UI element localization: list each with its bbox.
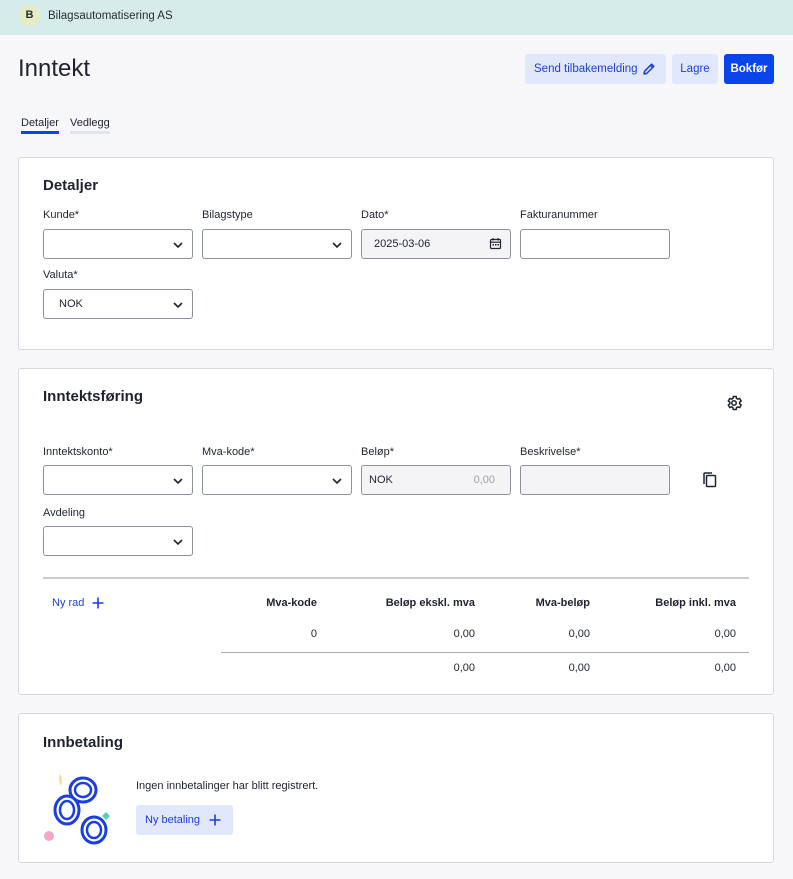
customer-select[interactable]	[43, 229, 193, 259]
no-payments-message: Ingen innbetalinger har blitt registrert…	[136, 780, 319, 792]
payment-card: Innbetaling Ingen innbetalinger har blit…	[18, 713, 774, 863]
top-bar: B Bilagsautomatisering AS	[0, 0, 793, 35]
plus-icon[interactable]	[91, 596, 105, 610]
row-amount-excl-vat: 0,00	[453, 628, 475, 640]
vat-code-select[interactable]	[202, 465, 352, 495]
invoice-number-label: Fakturanummer	[520, 209, 598, 221]
summary-divider	[43, 577, 749, 579]
chevron-down-icon	[173, 539, 183, 546]
coins-illustration-icon	[44, 774, 110, 845]
date-value: 2025-03-06	[374, 238, 431, 250]
row-amount-incl-vat: 0,00	[714, 628, 736, 640]
income-title: Inntektsføring	[43, 388, 143, 405]
voucher-type-label: Bilagstype	[202, 209, 253, 221]
chevron-down-icon	[332, 242, 342, 249]
company-name[interactable]: Bilagsautomatisering AS	[48, 10, 173, 22]
income-card: Inntektsføring Inntektskonto* Mva-kode* …	[18, 368, 774, 695]
tab-attachments[interactable]: Vedlegg	[70, 117, 110, 129]
send-feedback-label: Send tilbakemelding	[534, 63, 638, 75]
description-label: Beskrivelse*	[520, 446, 581, 458]
company-avatar[interactable]: B	[19, 5, 40, 26]
income-account-label: Inntektskonto*	[43, 446, 113, 458]
currency-value: NOK	[59, 298, 83, 310]
date-label: Dato*	[361, 209, 389, 221]
page-title: Inntekt	[18, 55, 91, 82]
description-input[interactable]	[520, 465, 670, 495]
amount-label: Beløp*	[361, 446, 395, 458]
new-payment-button[interactable]: Ny betaling	[136, 805, 233, 835]
chevron-down-icon	[173, 242, 183, 249]
amount-currency: NOK	[369, 474, 393, 486]
total-amount-excl-vat: 0,00	[453, 662, 475, 674]
department-label: Avdeling	[43, 507, 85, 519]
vat-code-label: Mva-kode*	[202, 446, 255, 458]
date-field[interactable]: 2025-03-06	[361, 229, 511, 259]
voucher-type-select[interactable]	[202, 229, 352, 259]
post-button[interactable]: Bokfør	[724, 54, 774, 84]
amount-input[interactable]: NOK 0,00	[361, 465, 511, 495]
chevron-down-icon	[173, 302, 183, 309]
invoice-number-input[interactable]	[520, 229, 670, 259]
totals-divider	[221, 652, 749, 653]
save-button[interactable]: Lagre	[672, 54, 718, 84]
header-vat-amount: Mva-beløp	[535, 597, 590, 609]
header-amount-incl-vat: Beløp inkl. mva	[655, 597, 736, 609]
details-card: Detaljer Kunde* Bilagstype Dato* 2025-03…	[18, 157, 774, 350]
calendar-icon[interactable]	[489, 237, 502, 250]
new-payment-label: Ny betaling	[145, 814, 201, 826]
row-vat-code: 0	[310, 628, 317, 640]
currency-label: Valuta*	[43, 269, 78, 281]
tab-details[interactable]: Detaljer	[21, 117, 59, 129]
department-select[interactable]	[43, 526, 193, 556]
copy-icon[interactable]	[702, 471, 718, 489]
currency-select[interactable]: NOK	[43, 289, 193, 319]
chevron-down-icon	[332, 478, 342, 485]
new-row-button[interactable]: Ny rad	[52, 597, 84, 609]
total-vat-amount: 0,00	[568, 662, 590, 674]
row-vat-amount: 0,00	[568, 628, 590, 640]
income-account-select[interactable]	[43, 465, 193, 495]
header-amount-excl-vat: Beløp ekskl. mva	[385, 597, 475, 609]
gear-icon[interactable]	[725, 394, 743, 412]
total-amount-incl-vat: 0,00	[714, 662, 736, 674]
plus-icon	[209, 814, 221, 826]
pencil-icon	[643, 63, 655, 75]
chevron-down-icon	[173, 478, 183, 485]
details-title: Detaljer	[43, 177, 99, 194]
amount-placeholder: 0,00	[473, 474, 495, 486]
tab-active-indicator	[21, 131, 59, 134]
send-feedback-button[interactable]: Send tilbakemelding	[525, 54, 666, 84]
customer-label: Kunde*	[43, 209, 80, 221]
tab-inactive-indicator	[70, 131, 110, 134]
header-vat-code: Mva-kode	[266, 597, 317, 609]
payment-title: Innbetaling	[43, 734, 123, 751]
